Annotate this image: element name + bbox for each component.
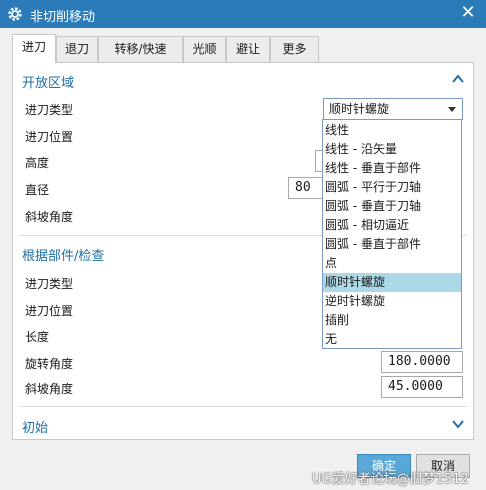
check-entry-position-label: 进刀位置 (25, 304, 74, 318)
ramp-angle-field[interactable]: 45.0000 (381, 376, 463, 398)
option-none[interactable]: 无 (323, 330, 461, 349)
chevron-down-icon (448, 107, 456, 112)
option-arc-normal-to-tool-axis[interactable]: 圆弧 - 垂直于刀轴 (323, 197, 461, 216)
open-area-title: 开放区域 (22, 76, 75, 91)
forum-watermark: UG爱好者论坛@旧梦1512 (312, 472, 469, 487)
open-ramp-angle-label: 斜坡角度 (25, 210, 74, 224)
tab-engage[interactable]: 进刀 (12, 34, 56, 63)
gear-icon (8, 7, 22, 21)
check-ramp-angle-label: 斜坡角度 (25, 382, 74, 396)
close-icon[interactable]: ✕ (458, 3, 478, 23)
rotation-angle-field[interactable]: 180.0000 (381, 351, 463, 373)
option-arc-tangent-approach[interactable]: 圆弧 - 相切逼近 (323, 216, 461, 235)
title-bar: 非切削移动 ✕ (0, 0, 486, 28)
height-label: 高度 (25, 156, 50, 170)
entry-type-select[interactable]: 顺时针螺旋 (323, 98, 463, 120)
option-linear-normal-to-part[interactable]: 线性 - 垂直于部件 (323, 159, 461, 178)
chevron-down-icon[interactable] (451, 417, 465, 431)
divider (19, 406, 467, 407)
option-point[interactable]: 点 (323, 254, 461, 273)
option-plunge[interactable]: 插削 (323, 311, 461, 330)
rotation-angle-label: 旋转角度 (25, 357, 74, 371)
diameter-label: 直径 (25, 183, 50, 197)
check-entry-type-label: 进刀类型 (25, 277, 74, 291)
chevron-up-icon[interactable] (451, 72, 465, 86)
option-clockwise-helix[interactable]: 顺时针螺旋 (323, 273, 461, 292)
option-counterclockwise-helix[interactable]: 逆时针螺旋 (323, 292, 461, 311)
option-linear-along-vector[interactable]: 线性 - 沿矢量 (323, 140, 461, 159)
tab-more[interactable]: 更多 (270, 36, 319, 62)
tab-smoothing[interactable]: 光顺 (183, 36, 226, 62)
entry-type-dropdown[interactable]: 线性 线性 - 沿矢量 线性 - 垂直于部件 圆弧 - 平行于刀轴 圆弧 - 垂… (322, 119, 462, 349)
initial-title: 初始 (22, 421, 49, 436)
open-area-header[interactable]: 开放区域 (13, 65, 473, 93)
check-area-title: 根据部件/检查 (22, 249, 105, 264)
open-entry-type-label: 进刀类型 (25, 103, 74, 117)
window-title: 非切削移动 (30, 10, 96, 25)
option-linear[interactable]: 线性 (323, 121, 461, 140)
tab-transfer-rapid[interactable]: 转移/快速 (98, 36, 183, 62)
tab-retract[interactable]: 退刀 (56, 36, 98, 62)
entry-type-value: 顺时针螺旋 (329, 102, 390, 116)
option-arc-normal-to-part[interactable]: 圆弧 - 垂直于部件 (323, 235, 461, 254)
initial-header[interactable]: 初始 (13, 410, 473, 438)
length-label: 长度 (25, 330, 50, 344)
tab-avoidance[interactable]: 避让 (226, 36, 270, 62)
option-arc-parallel-to-tool-axis[interactable]: 圆弧 - 平行于刀轴 (323, 178, 461, 197)
open-entry-position-label: 进刀位置 (25, 130, 74, 144)
